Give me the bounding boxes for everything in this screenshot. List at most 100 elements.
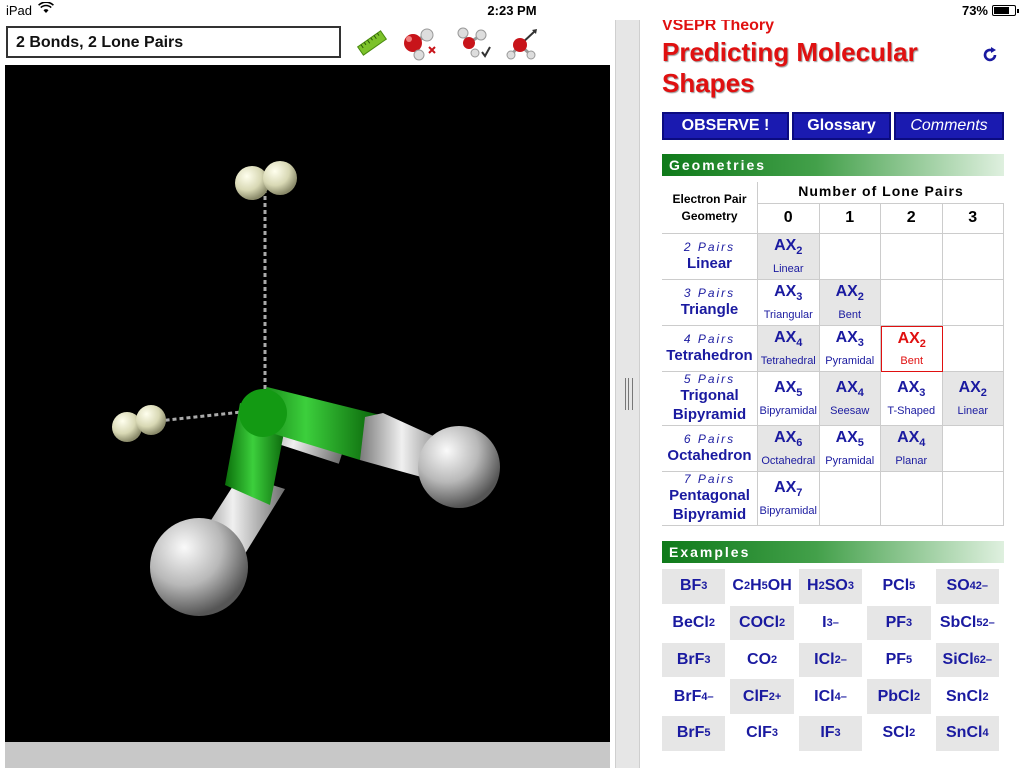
example-molecule[interactable]: SbCl 5 2– [935, 605, 1001, 643]
example-molecule[interactable]: H 2 SO 3 [798, 569, 865, 606]
battery-percent: 73% [961, 3, 988, 18]
pair-count-label: 4 Pairs [683, 331, 736, 346]
example-molecule[interactable]: SnCl 4 [935, 716, 1001, 753]
example-molecule[interactable]: BrF 4– [662, 679, 728, 716]
pair-count-label: 5 Pairs [683, 372, 736, 386]
example-molecule[interactable]: BrF 5 [662, 716, 728, 753]
empty-cell [942, 426, 1004, 472]
geometry-name: Triangle [680, 300, 739, 318]
geometry-row-label[interactable]: 2 Pairs Linear [662, 234, 758, 280]
shape-cell[interactable]: AX6 Octahedral [758, 426, 820, 472]
empty-cell [819, 472, 881, 526]
shape-cell[interactable]: AX3 Pyramidal [819, 326, 881, 372]
example-molecule[interactable]: PF 5 [867, 642, 933, 680]
shape-cell[interactable]: AX4 Tetrahedral [758, 326, 820, 372]
empty-cell [881, 234, 943, 280]
example-molecule[interactable]: ClF 3 [730, 716, 796, 753]
shape-cell[interactable]: AX5 Bipyramidal [758, 372, 820, 426]
geometry-name: Octahedron [667, 446, 752, 464]
example-molecule[interactable]: I 3– [798, 605, 865, 643]
shape-formula: AX2 [897, 329, 926, 351]
empty-cell [881, 280, 943, 326]
central-atom [239, 389, 287, 437]
shape-cell[interactable]: AX3 T-Shaped [881, 372, 943, 426]
shape-formula: AX2 [835, 283, 864, 304]
example-molecule[interactable]: C 2 H 5 OH [730, 569, 796, 606]
shape-name: Pyramidal [825, 354, 875, 367]
shape-cell[interactable]: AX2 Linear [758, 234, 820, 280]
shape-formula: AX3 [897, 379, 926, 400]
shape-cell[interactable]: AX3 Triangular [758, 280, 820, 326]
example-molecule[interactable]: SiCl 6 2– [935, 642, 1001, 680]
example-molecule[interactable]: CO 2 [730, 642, 796, 680]
observe-button[interactable]: OBSERVE ! [662, 112, 789, 140]
shape-formula: AX3 [835, 329, 864, 350]
electron-pair-geometry-header: Electron Pair Geometry [662, 182, 758, 234]
geometry-row-label[interactable]: 4 Pairs Tetrahedron [662, 326, 758, 372]
ligand-atom-right [418, 426, 500, 508]
pair-count-label: 2 Pairs [683, 239, 736, 254]
empty-cell [881, 472, 943, 526]
shape-formula: AX6 [774, 429, 803, 450]
shape-cell[interactable]: AX2 Bent [881, 326, 943, 372]
glossary-button[interactable]: Glossary [792, 112, 891, 140]
shape-formula: AX7 [774, 479, 803, 500]
molecule-title-field[interactable]: 2 Bonds, 2 Lone Pairs [6, 26, 341, 58]
geometry-row-label[interactable]: 3 Pairs Triangle [662, 280, 758, 326]
shape-cell[interactable]: AX2 Bent [819, 280, 881, 326]
clock: 2:23 PM [487, 3, 537, 18]
shape-name: Bipyramidal [759, 504, 817, 517]
molecule-model-icon[interactable] [400, 24, 440, 62]
pair-count-label: 7 Pairs [683, 472, 736, 486]
shape-formula: AX2 [774, 237, 803, 258]
example-molecule[interactable]: BrF 3 [662, 642, 728, 680]
info-pane: VSEPR Theory Predicting Molecular Shapes… [641, 20, 1024, 768]
example-molecule[interactable]: ICl 4– [798, 679, 865, 716]
shape-cell[interactable]: AX5 Pyramidal [819, 426, 881, 472]
example-molecule[interactable]: PCl 5 [867, 569, 933, 606]
molecule-3d-viewer[interactable] [5, 65, 610, 743]
geometry-name: Pentagonal Bipyramid [669, 487, 750, 523]
empty-cell [942, 234, 1004, 280]
lone-pair-left-b [136, 405, 166, 435]
geometry-row-label[interactable]: 7 Pairs Pentagonal Bipyramid [662, 472, 758, 526]
empty-cell [942, 280, 1004, 326]
molecule-axes-icon[interactable] [502, 24, 542, 62]
page-title: Predicting Molecular Shapes [662, 37, 918, 98]
example-molecule[interactable]: BeCl 2 [662, 605, 728, 643]
example-molecule[interactable]: ClF 2 + [730, 679, 796, 716]
shape-name: Triangular [763, 308, 813, 321]
drag-grip-icon[interactable] [625, 378, 633, 410]
split-divider[interactable] [615, 20, 640, 768]
shape-cell[interactable]: AX2 Linear [942, 372, 1004, 426]
battery-indicator: 73% [961, 3, 1019, 18]
lone-pair-count-1: 1 [819, 204, 881, 234]
example-molecule[interactable]: IF 3 [798, 716, 865, 753]
shape-name: Tetrahedral [760, 354, 816, 367]
geometry-row-label[interactable]: 6 Pairs Octahedron [662, 426, 758, 472]
examples-header: Examples [662, 541, 1004, 563]
example-molecule[interactable]: SCl 2 [867, 716, 933, 753]
shape-cell[interactable]: AX7 Bipyramidal [758, 472, 820, 526]
shape-name: T-Shaped [887, 404, 936, 417]
example-molecule[interactable]: PbCl 2 [867, 679, 933, 716]
shape-name: Bent [900, 355, 924, 368]
refresh-icon[interactable] [981, 44, 999, 70]
shape-formula: AX4 [774, 329, 803, 350]
example-molecule[interactable]: ICl 2– [798, 642, 865, 680]
geometry-row-label[interactable]: 5 Pairs Trigonal Bipyramid [662, 372, 758, 426]
epg-label-line1: Electron Pair [672, 192, 747, 206]
example-molecule[interactable]: SO 4 2– [935, 569, 1001, 606]
ruler-icon[interactable] [352, 24, 392, 62]
shape-name: Bent [838, 308, 862, 321]
example-molecule[interactable]: SnCl 2 [935, 679, 1001, 716]
shape-formula: AX2 [958, 379, 987, 400]
example-molecule[interactable]: COCl 2 [730, 605, 796, 643]
comments-button[interactable]: Comments [894, 112, 1004, 140]
shape-cell[interactable]: AX4 Planar [881, 426, 943, 472]
shape-cell[interactable]: AX4 Seesaw [819, 372, 881, 426]
example-molecule[interactable]: PF 3 [867, 605, 933, 643]
example-molecule[interactable]: BF 3 [662, 569, 728, 606]
battery-icon [992, 5, 1019, 16]
molecule-check-icon[interactable] [454, 24, 494, 62]
